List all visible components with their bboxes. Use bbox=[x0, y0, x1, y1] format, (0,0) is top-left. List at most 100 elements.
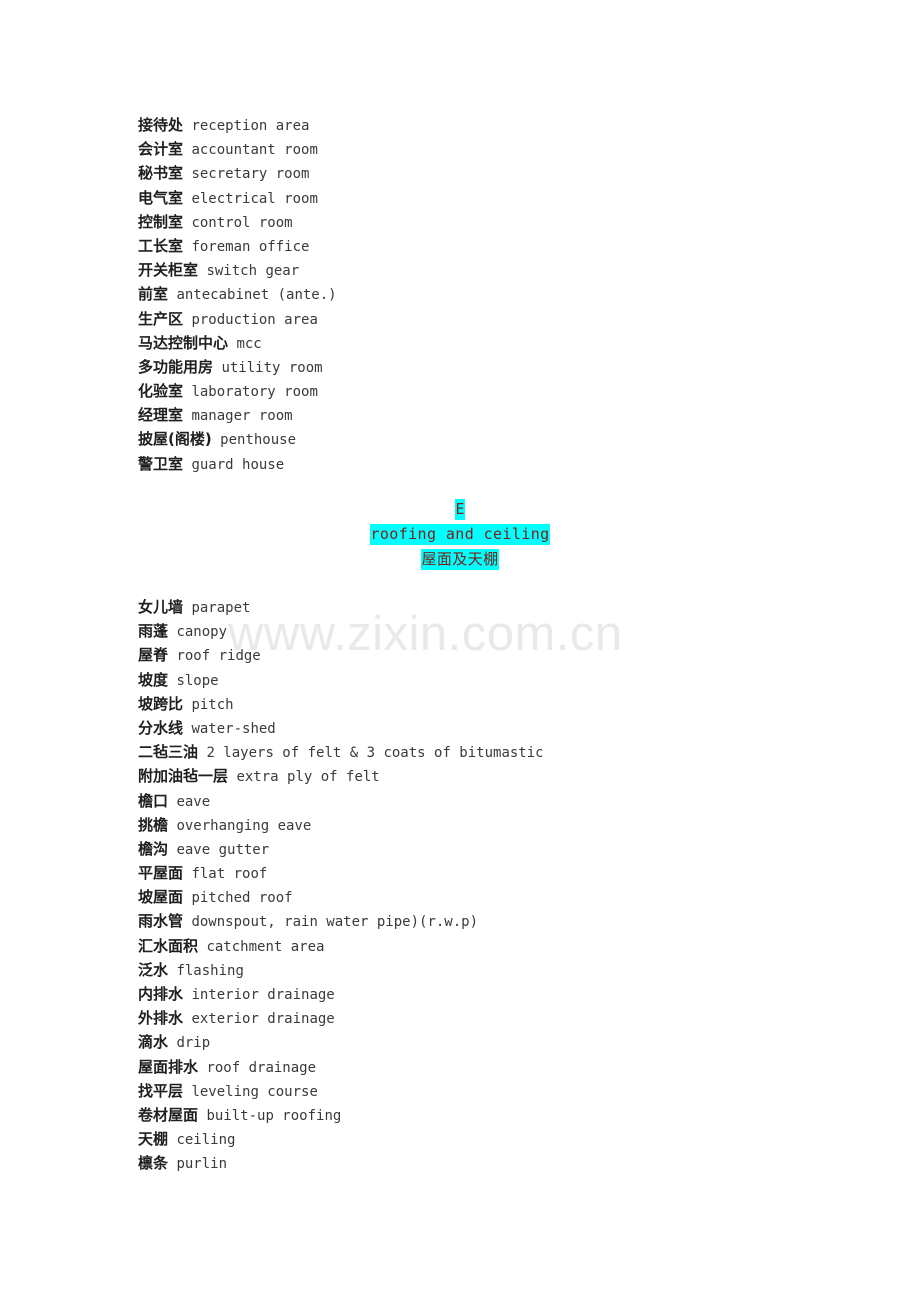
glossary-entry: 会计室 accountant room bbox=[138, 137, 337, 161]
glossary-entry: 经理室 manager room bbox=[138, 403, 337, 427]
term-chinese: 内排水 bbox=[138, 985, 184, 1003]
glossary-entry: 披屋(阁楼) penthouse bbox=[138, 427, 337, 451]
term-english: penthouse bbox=[211, 432, 297, 449]
term-english: production area bbox=[183, 311, 318, 328]
term-english: ceiling bbox=[168, 1132, 236, 1149]
glossary-entry: 檩条 purlin bbox=[138, 1151, 544, 1175]
glossary-entry: 控制室 control room bbox=[138, 210, 337, 234]
term-chinese: 汇水面积 bbox=[138, 936, 199, 955]
glossary-entry: 汇水面积 catchment area bbox=[138, 934, 544, 958]
heading-chinese: 屋面及天棚 bbox=[421, 549, 499, 570]
term-chinese: 屋脊 bbox=[138, 646, 169, 665]
glossary-entry: 前室 antecabinet (ante.) bbox=[138, 282, 337, 306]
glossary-entry: 化验室 laboratory room bbox=[138, 379, 337, 403]
term-english: manager room bbox=[183, 408, 293, 425]
term-english: secretary room bbox=[183, 166, 310, 183]
glossary-list-rooms: 接待处 reception area 会计室 accountant room 秘书室… bbox=[138, 113, 337, 476]
heading-english: roofing and ceiling bbox=[370, 524, 550, 545]
term-english: pitch bbox=[183, 696, 234, 713]
term-english: accountant room bbox=[183, 142, 318, 159]
term-chinese: 天棚 bbox=[138, 1130, 169, 1149]
term-chinese: 开关柜室 bbox=[138, 261, 199, 280]
glossary-entry: 二毡三油 2 layers of felt & 3 coats of bitum… bbox=[138, 740, 544, 764]
term-english: overhanging eave bbox=[168, 817, 312, 834]
term-english: roof ridge bbox=[168, 648, 261, 665]
term-chinese: 接待处 bbox=[138, 116, 184, 134]
term-english: reception area bbox=[183, 118, 310, 134]
glossary-entry: 雨蓬 canopy bbox=[138, 619, 544, 643]
term-english: foreman office bbox=[183, 238, 310, 255]
glossary-entry: 接待处 reception area bbox=[138, 113, 337, 137]
glossary-entry: 秘书室 secretary room bbox=[138, 161, 337, 185]
glossary-entry: 雨水管 downspout, rain water pipe)(r.w.p) bbox=[138, 909, 544, 933]
glossary-entry: 挑檐 overhanging eave bbox=[138, 813, 544, 837]
term-english: downspout, rain water pipe)(r.w.p) bbox=[183, 914, 479, 931]
glossary-entry: 女儿墙 parapet bbox=[138, 595, 544, 619]
term-chinese: 附加油毡一层 bbox=[138, 767, 229, 786]
glossary-entry: 檐沟 eave gutter bbox=[138, 837, 544, 861]
glossary-entry: 开关柜室 switch gear bbox=[138, 258, 337, 282]
term-chinese: 檐口 bbox=[138, 791, 169, 810]
glossary-entry: 卷材屋面 built-up roofing bbox=[138, 1103, 544, 1127]
glossary-entry: 工长室 foreman office bbox=[138, 234, 337, 258]
glossary-entry: 分水线 water-shed bbox=[138, 716, 544, 740]
term-english: parapet bbox=[183, 600, 251, 616]
term-english: catchment area bbox=[198, 938, 325, 955]
term-english: guard house bbox=[183, 456, 285, 473]
term-english: extra ply of felt bbox=[228, 769, 380, 786]
term-english: interior drainage bbox=[183, 987, 335, 1003]
term-english: slope bbox=[168, 672, 219, 689]
term-chinese: 电气室 bbox=[138, 188, 184, 207]
glossary-entry: 马达控制中心 mcc bbox=[138, 331, 337, 355]
term-english: exterior drainage bbox=[183, 1011, 335, 1028]
term-english: roof drainage bbox=[198, 1059, 317, 1076]
glossary-entry: 滴水 drip bbox=[138, 1030, 544, 1054]
term-chinese: 分水线 bbox=[138, 718, 184, 737]
term-chinese: 挑檐 bbox=[138, 815, 169, 834]
term-english: electrical room bbox=[183, 190, 318, 207]
glossary-entry: 生产区 production area bbox=[138, 307, 337, 331]
term-chinese: 屋面排水 bbox=[138, 1057, 199, 1076]
section-heading-roofing: E roofing and ceiling 屋面及天棚 bbox=[0, 497, 920, 572]
heading-letter: E bbox=[455, 499, 465, 520]
heading-english-line: roofing and ceiling bbox=[0, 522, 920, 547]
glossary-entry: 电气室 electrical room bbox=[138, 186, 337, 210]
glossary-entry: 屋脊 roof ridge bbox=[138, 643, 544, 667]
glossary-entry: 屋面排水 roof drainage bbox=[138, 1055, 544, 1079]
glossary-entry: 坡度 slope bbox=[138, 668, 544, 692]
heading-chinese-line: 屋面及天棚 bbox=[0, 547, 920, 572]
term-english: flat roof bbox=[183, 866, 268, 883]
term-english: eave gutter bbox=[168, 841, 270, 858]
glossary-entry: 泛水 flashing bbox=[138, 958, 544, 982]
term-chinese: 坡屋面 bbox=[138, 888, 184, 907]
term-chinese: 经理室 bbox=[138, 406, 184, 425]
document-page: 接待处 reception area 会计室 accountant room 秘书室… bbox=[0, 0, 920, 1302]
term-english: built-up roofing bbox=[198, 1107, 342, 1124]
term-chinese: 披屋(阁楼) bbox=[138, 430, 212, 449]
term-chinese: 多功能用房 bbox=[138, 357, 214, 376]
term-chinese: 雨蓬 bbox=[138, 622, 169, 641]
glossary-entry: 内排水 interior drainage bbox=[138, 982, 544, 1006]
glossary-entry: 外排水 exterior drainage bbox=[138, 1006, 544, 1030]
term-chinese: 坡度 bbox=[138, 670, 169, 689]
term-english: flashing bbox=[168, 962, 244, 979]
term-chinese: 警卫室 bbox=[138, 454, 184, 473]
term-chinese: 二毡三油 bbox=[138, 743, 199, 762]
term-chinese: 檐沟 bbox=[138, 839, 169, 858]
glossary-entry: 坡屋面 pitched roof bbox=[138, 885, 544, 909]
term-english: drip bbox=[168, 1035, 211, 1052]
term-chinese: 会计室 bbox=[138, 140, 184, 159]
glossary-entry: 檐口 eave bbox=[138, 789, 544, 813]
glossary-entry: 多功能用房 utility room bbox=[138, 355, 337, 379]
term-chinese: 外排水 bbox=[138, 1009, 184, 1028]
glossary-entry: 警卫室 guard house bbox=[138, 452, 337, 476]
term-chinese: 卷材屋面 bbox=[138, 1105, 199, 1124]
term-english: 2 layers of felt & 3 coats of bitumastic bbox=[198, 745, 544, 762]
term-chinese: 马达控制中心 bbox=[138, 333, 229, 352]
glossary-entry: 附加油毡一层 extra ply of felt bbox=[138, 764, 544, 788]
term-english: canopy bbox=[168, 624, 228, 641]
term-chinese: 泛水 bbox=[138, 960, 169, 979]
glossary-list-roofing: 女儿墙 parapet 雨蓬 canopy 屋脊 roof ridge 坡度 slop… bbox=[138, 595, 544, 1176]
term-chinese: 平屋面 bbox=[138, 864, 184, 883]
term-english: antecabinet (ante.) bbox=[168, 287, 337, 304]
